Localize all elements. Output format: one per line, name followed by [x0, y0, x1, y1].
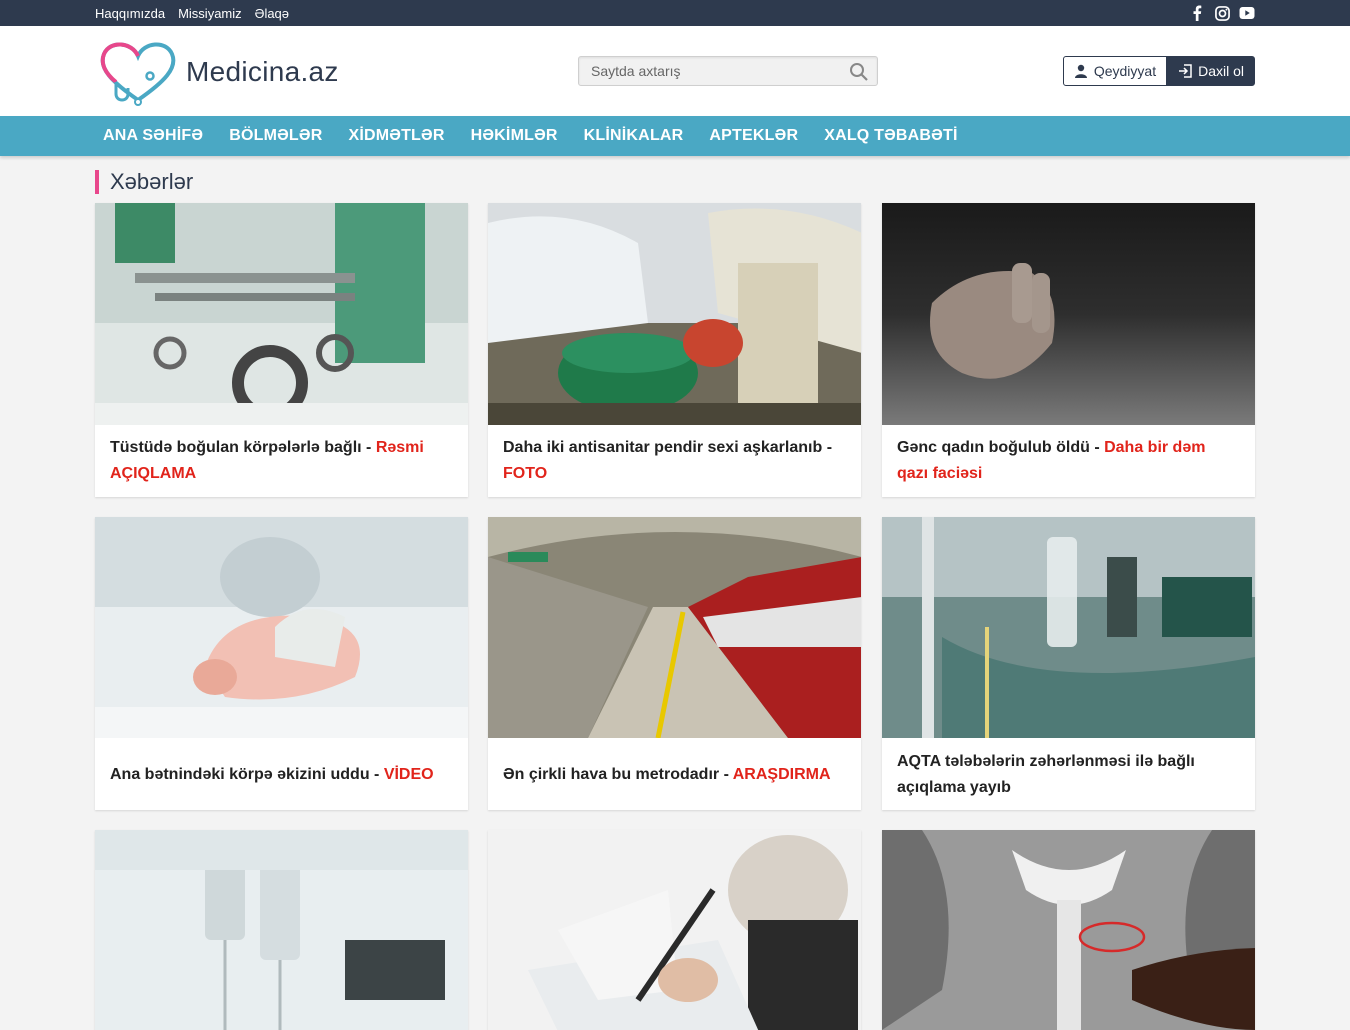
nav-item-doctors[interactable]: HƏKİMLƏR: [458, 127, 571, 145]
user-icon: [1074, 64, 1087, 78]
login-label: Daxil ol: [1198, 63, 1244, 79]
social-links: [1189, 0, 1255, 26]
youtube-icon[interactable]: [1239, 5, 1255, 21]
site-header: Medicina.az Qeydiyyat Daxil ol: [0, 26, 1350, 116]
news-card[interactable]: Ana bətnindəki körpə əkizini uddu - VİDE…: [95, 517, 468, 810]
site-logo[interactable]: Medicina.az: [98, 36, 348, 108]
news-image[interactable]: [95, 830, 468, 1030]
news-card[interactable]: Ən çirkli hava bu metrodadır - ARAŞDIRMA: [488, 517, 861, 810]
news-card[interactable]: Gənc qadın boğulub öldü - Daha bir dəm q…: [882, 203, 1255, 497]
search-box: [578, 56, 878, 86]
news-image[interactable]: [95, 203, 468, 425]
news-image[interactable]: [488, 203, 861, 425]
register-label: Qeydiyyat: [1093, 63, 1157, 79]
heart-stethoscope-logo-icon: [100, 42, 176, 106]
news-card[interactable]: [95, 830, 468, 1030]
news-title[interactable]: Ana bətnindəki körpə əkizini uddu - VİDE…: [95, 739, 468, 810]
news-tag: ARAŞDIRMA: [732, 766, 831, 783]
news-image[interactable]: [488, 830, 861, 1030]
section-title: Xəbərlər: [95, 170, 193, 194]
auth-buttons: Qeydiyyat Daxil ol: [1062, 56, 1255, 86]
search-icon[interactable]: [849, 62, 869, 82]
news-image[interactable]: [882, 203, 1255, 425]
login-button[interactable]: Daxil ol: [1167, 56, 1255, 86]
news-card[interactable]: [882, 830, 1255, 1030]
news-title[interactable]: Daha iki antisanitar pendir sexi aşkarla…: [488, 425, 861, 487]
news-card[interactable]: Daha iki antisanitar pendir sexi aşkarla…: [488, 203, 861, 497]
news-card[interactable]: [488, 830, 861, 1030]
news-title[interactable]: Tüstüdə boğulan körpələrlə bağlı - Rəsmi…: [95, 425, 468, 487]
login-icon: [1179, 64, 1192, 78]
nav-item-folk-medicine[interactable]: XALQ TƏBABƏTİ: [811, 127, 970, 145]
news-image[interactable]: [488, 517, 861, 739]
nav-item-pharmacies[interactable]: APTEKLƏR: [696, 127, 811, 145]
news-image[interactable]: [882, 830, 1255, 1030]
news-title[interactable]: Gənc qadın boğulub öldü - Daha bir dəm q…: [882, 425, 1255, 487]
top-links: Haqqımızda Missiyamiz Əlaqə: [95, 0, 289, 26]
news-tag: VİDEO: [383, 766, 434, 783]
facebook-icon[interactable]: [1189, 5, 1205, 21]
register-button[interactable]: Qeydiyyat: [1062, 56, 1168, 86]
nav-item-home[interactable]: ANA SƏHİFƏ: [90, 127, 216, 145]
mission-link[interactable]: Missiyamiz: [178, 6, 242, 21]
about-link[interactable]: Haqqımızda: [95, 6, 165, 21]
brand-name: Medicina.az: [186, 56, 339, 87]
news-image[interactable]: [882, 517, 1255, 739]
news-title[interactable]: Ən çirkli hava bu metrodadır - ARAŞDIRMA: [488, 739, 861, 810]
nav-item-clinics[interactable]: KLİNİKALAR: [571, 127, 697, 145]
news-card[interactable]: Tüstüdə boğulan körpələrlə bağlı - Rəsmi…: [95, 203, 468, 497]
search-input[interactable]: [579, 57, 839, 85]
nav-item-sections[interactable]: BÖLMƏLƏR: [216, 127, 335, 145]
news-tag: FOTO: [503, 465, 548, 482]
contact-link[interactable]: Əlaqə: [255, 6, 289, 21]
main-nav: ANA SƏHİFƏ BÖLMƏLƏR XİDMƏTLƏR HƏKİMLƏR K…: [0, 116, 1350, 156]
news-title[interactable]: AQTA tələbələrin zəhərlənməsi ilə bağlı …: [882, 739, 1255, 810]
top-bar: Haqqımızda Missiyamiz Əlaqə: [0, 0, 1350, 26]
news-image[interactable]: [95, 517, 468, 739]
nav-item-services[interactable]: XİDMƏTLƏR: [335, 127, 457, 145]
instagram-icon[interactable]: [1214, 5, 1230, 21]
news-card[interactable]: AQTA tələbələrin zəhərlənməsi ilə bağlı …: [882, 517, 1255, 810]
